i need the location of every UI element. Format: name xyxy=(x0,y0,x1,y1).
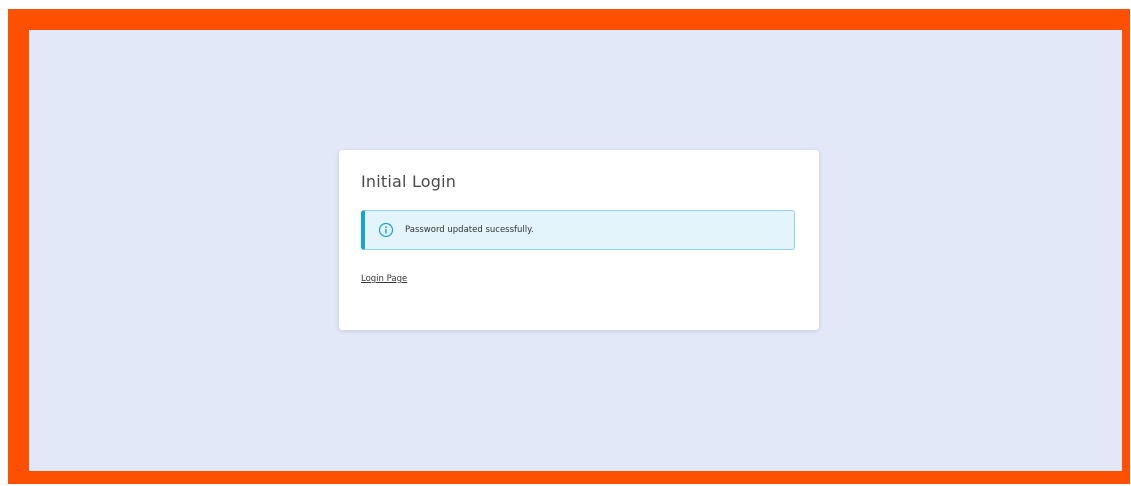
info-circle-icon xyxy=(378,222,394,238)
login-page-link[interactable]: Login Page xyxy=(361,274,407,284)
orange-frame: Initial Login Password updated sucessful… xyxy=(8,9,1130,484)
alert-message: Password updated sucessfully. xyxy=(405,225,534,235)
card-title: Initial Login xyxy=(361,172,457,191)
initial-login-card: Initial Login Password updated sucessful… xyxy=(339,150,819,330)
success-alert: Password updated sucessfully. xyxy=(361,210,795,250)
page-background: Initial Login Password updated sucessful… xyxy=(29,30,1122,471)
